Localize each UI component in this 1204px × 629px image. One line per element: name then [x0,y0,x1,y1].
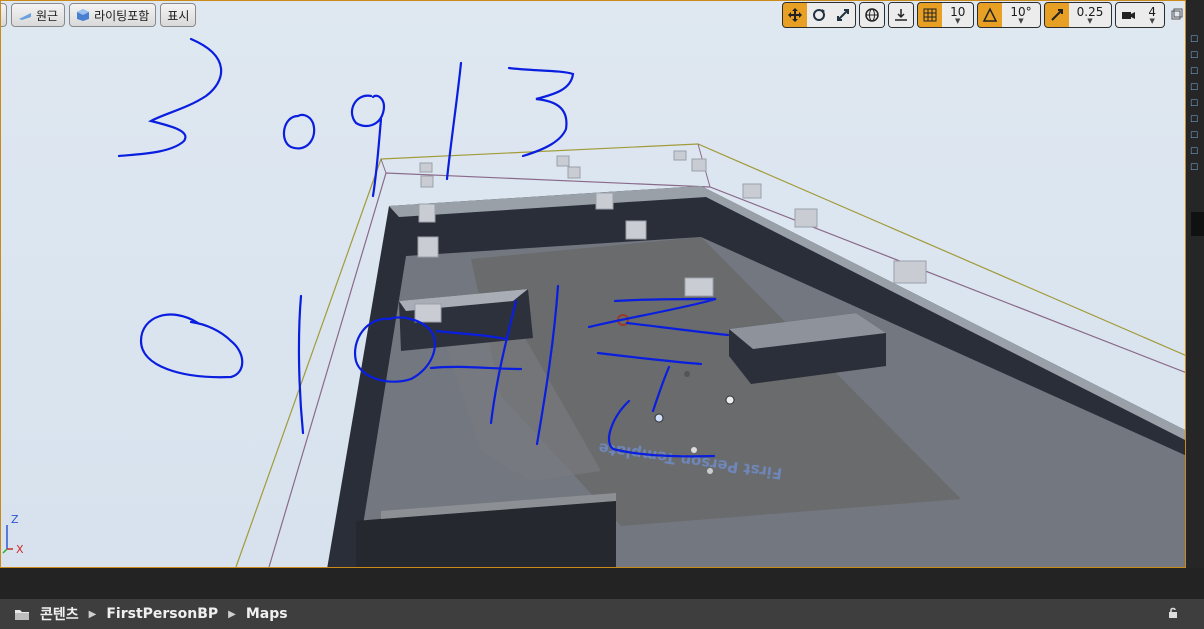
chevron-right-icon[interactable]: ▶ [89,609,97,620]
rotation-snap-group: 10° ▼ [977,2,1041,28]
chevron-down-icon: ▼ [1149,16,1155,25]
outliner-row-icon[interactable]: ☐ [1190,36,1200,45]
camera-speed-button[interactable] [1116,3,1141,27]
world-local-toggle[interactable] [860,3,885,27]
scale-snap-group: 0.25 ▼ [1043,2,1113,28]
chevron-down-icon: ▼ [955,16,961,25]
scale-snap-value: 0.25 [1076,4,1104,19]
scale-snap-value-dropdown[interactable]: 0.25 ▼ [1068,3,1112,27]
chevron-right-icon[interactable]: ▶ [228,609,236,620]
transform-mode-group [782,2,857,28]
right-panel-scrollbar[interactable] [1191,212,1204,236]
outliner-row-icon[interactable]: ☐ [1190,164,1200,173]
rotation-snap-toggle[interactable] [978,3,1003,27]
move-arrows-icon [788,8,803,22]
axis-indicator: Z X [1,513,31,564]
grid-icon [923,8,937,22]
scale-icon [837,9,850,21]
outliner-row-icon[interactable]: ☐ [1190,116,1200,125]
surface-snap-icon [895,9,908,21]
folder-icon [15,609,29,620]
scale-snap-icon [1050,9,1063,21]
outliner-row-icon[interactable]: ☐ [1190,52,1200,61]
breadcrumb-firstpersonbp[interactable]: FirstPersonBP [106,606,218,622]
show-label: 표시 [167,8,190,23]
camera-speed-value: 4 [1148,4,1156,19]
right-panel-edge: ☐ ☐ ☐ ☐ ☐ ☐ ☐ ☐ ☐ [1186,0,1204,568]
translate-mode-button[interactable] [783,3,808,27]
lighting-button[interactable]: 라이팅포함 [69,3,157,27]
viewport-options-button[interactable] [1,3,7,27]
panel-divider [0,568,1204,599]
grid-snap-toggle[interactable] [918,3,943,27]
surface-snap-button[interactable] [889,3,914,27]
lighting-label: 라이팅포함 [94,8,150,23]
axis-x-label: X [16,543,24,556]
camera-icon [1122,12,1136,19]
outliner-row-icon[interactable]: ☐ [1190,84,1200,93]
maximize-viewport-button[interactable] [1171,8,1183,20]
show-button[interactable]: 표시 [160,3,197,27]
grid-snap-group: 10 ▼ [917,2,975,28]
perspective-button[interactable]: 원근 [11,3,66,27]
level-viewport[interactable]: First Person Template 원근 라이팅포함 표시 10 ▼ 1… [0,0,1186,568]
surface-snap-group [888,2,915,28]
coordinate-space-group [859,2,886,28]
breadcrumb-maps[interactable]: Maps [246,606,288,622]
grid-snap-value: 10 [950,4,966,19]
grid-snap-value-dropdown[interactable]: 10 ▼ [942,3,974,27]
lit-cube-icon [77,9,90,21]
viewport-toolbar-right: 10 ▼ 10° ▼ 0.25 ▼ 4 ▼ [782,2,1165,28]
scale-snap-toggle[interactable] [1044,3,1069,27]
outliner-row-icon[interactable]: ☐ [1190,148,1200,157]
perspective-icon [19,13,31,20]
rotation-snap-value: 10° [1010,4,1032,19]
scale-mode-button[interactable] [831,3,856,27]
rotation-snap-value-dropdown[interactable]: 10° ▼ [1002,3,1040,27]
outliner-row-icon[interactable]: ☐ [1190,100,1200,109]
maximize-icon [1171,8,1183,20]
perspective-label: 원근 [36,8,59,23]
level-scene: First Person Template [117,37,1185,567]
camera-speed-group: 4 ▼ [1115,2,1165,28]
outliner-row-icon[interactable]: ☐ [1190,132,1200,141]
angle-icon [983,7,998,22]
globe-icon [865,8,879,22]
camera-speed-value-dropdown[interactable]: 4 ▼ [1140,3,1164,27]
viewport-toolbar-left: 원근 라이팅포함 표시 [1,1,197,29]
lock-icon[interactable] [1168,607,1178,618]
breadcrumb-content[interactable]: 콘텐츠 [40,604,79,624]
content-browser-path-bar: 콘텐츠 ▶ FirstPersonBP ▶ Maps [0,599,1204,629]
rotate-mode-button[interactable] [807,3,832,27]
rotate-icon [813,9,826,21]
chevron-down-icon: ▼ [1087,16,1093,25]
chevron-down-icon: ▼ [1018,16,1024,25]
outliner-row-icon[interactable]: ☐ [1190,68,1200,77]
axis-z-label: Z [11,513,19,526]
